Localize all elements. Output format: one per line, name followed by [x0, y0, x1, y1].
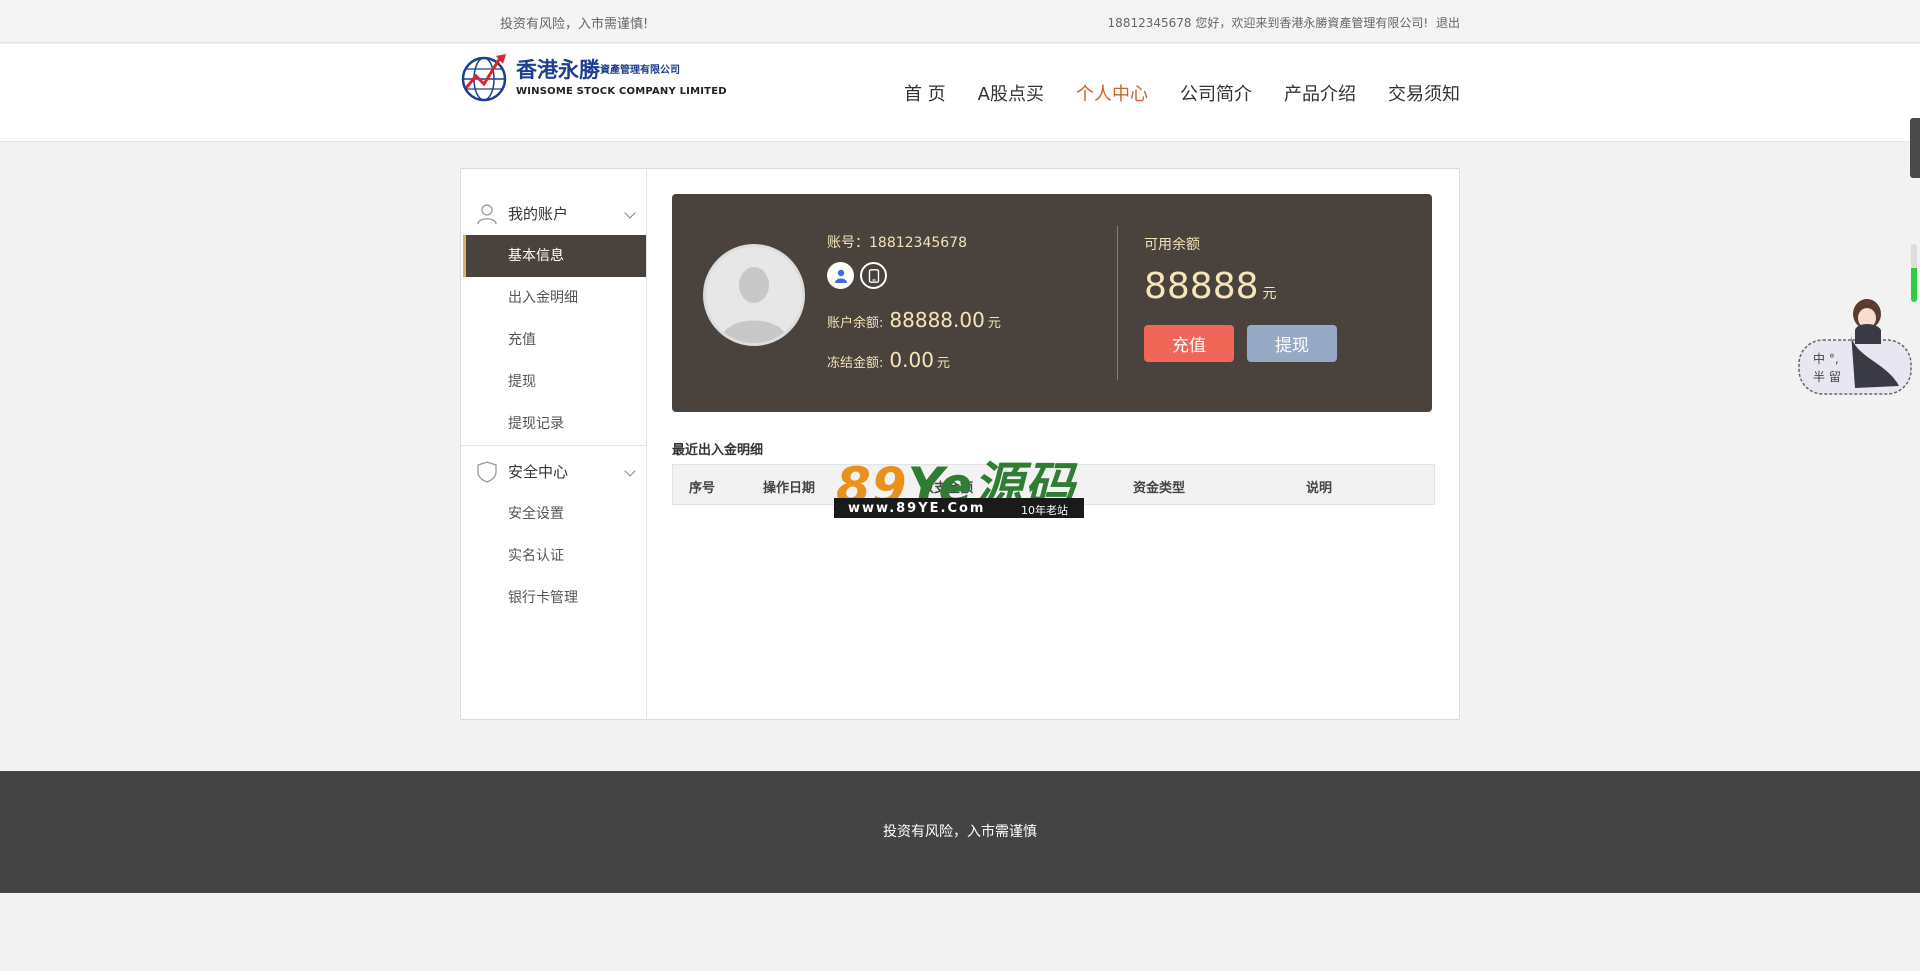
column-header-date: 操作日期 — [763, 481, 816, 496]
chevron-down-icon — [624, 207, 636, 219]
sidebar-divider — [461, 445, 646, 446]
frozen-value: 0.00 — [889, 348, 934, 372]
logo-name-en: WINSOME STOCK COMPANY LIMITED — [516, 86, 727, 97]
main-nav: 首 页 A股点买 个人中心 公司简介 产品介绍 交易须知 — [872, 80, 1460, 106]
available-balance-label: 可用余额 — [1144, 237, 1200, 253]
phone-icon[interactable] — [860, 262, 887, 289]
floating-mascot-widget[interactable]: 中 °, 半 留 — [1795, 296, 1915, 400]
verification-badges — [827, 262, 893, 289]
user-greeting: 18812345678 您好，欢迎来到香港永勝資產管理有限公司! 退出 — [1108, 14, 1460, 31]
shield-icon — [477, 461, 497, 483]
column-header-fund-type: 资金类型 — [1133, 481, 1186, 496]
watermark-bar: www.89YE.Com 10年老站 — [834, 498, 1084, 518]
sidebar-item-recharge[interactable]: 充值 — [463, 319, 646, 361]
column-header-description: 说明 — [1306, 481, 1333, 496]
verified-user-icon[interactable] — [827, 262, 854, 289]
globe-arrow-icon — [461, 54, 507, 102]
recharge-button[interactable]: 充值 — [1144, 325, 1234, 362]
user-center-card: 我的账户 基本信息 出入金明细 充值 提现 提现记录 安全中心 安全设置 实名认… — [460, 168, 1460, 720]
watermark-url: www.89YE.Com — [848, 501, 986, 516]
account-number: 账号：18812345678 — [827, 232, 967, 252]
balance-unit: 元 — [987, 316, 1001, 331]
avatar — [703, 244, 805, 346]
sidebar-section-account[interactable]: 我的账户 — [461, 193, 646, 233]
greeting-text: 18812345678 您好，欢迎来到香港永勝資產管理有限公司! — [1107, 16, 1429, 30]
frozen-unit: 元 — [936, 356, 950, 371]
panel-divider — [1117, 226, 1118, 380]
account-label: 账号： — [827, 235, 869, 251]
nav-user-center[interactable]: 个人中心 — [1076, 80, 1148, 106]
sidebar-item-bank-card[interactable]: 银行卡管理 — [463, 577, 646, 619]
recent-transactions-title: 最近出入金明细 — [672, 443, 764, 458]
floating-widget-text: 中 °, 半 留 — [1813, 352, 1841, 384]
frozen-amount: 冻结金额: 0.00 元 — [827, 348, 950, 372]
sidebar-section-security[interactable]: 安全中心 — [461, 451, 646, 491]
sidebar-section-security-title: 安全中心 — [508, 462, 569, 481]
watermark-tag: 10年老站 — [1021, 504, 1068, 517]
site-header: 香港永勝 資產管理有限公司 WINSOME STOCK COMPANY LIMI… — [0, 44, 1920, 142]
logo-name-cn: 香港永勝 — [516, 58, 600, 82]
nav-trading-notice[interactable]: 交易须知 — [1388, 80, 1460, 106]
top-bar: 投资有风险，入市需谨慎! 18812345678 您好，欢迎来到香港永勝資產管理… — [0, 0, 1920, 43]
account-summary-panel: 账号：18812345678 账户余额: 88888.00 元 冻结金额: 0.00 元… — [672, 194, 1432, 412]
default-avatar-icon — [720, 267, 788, 343]
sidebar-item-withdraw-records[interactable]: 提现记录 — [463, 403, 646, 445]
available-balance-value: 88888 — [1144, 266, 1259, 307]
available-balance-unit: 元 — [1262, 286, 1277, 302]
sidebar-section-account-title: 我的账户 — [508, 204, 569, 223]
account-balance: 账户余额: 88888.00 元 — [827, 308, 1001, 332]
nav-stock-buy[interactable]: A股点买 — [978, 80, 1044, 106]
available-balance: 88888 元 — [1144, 266, 1277, 307]
sidebar-item-fund-detail[interactable]: 出入金明细 — [463, 277, 646, 319]
sidebar: 我的账户 基本信息 出入金明细 充值 提现 提现记录 安全中心 安全设置 实名认… — [461, 169, 647, 719]
side-scroll-handle[interactable] — [1910, 118, 1920, 178]
sidebar-item-basic-info[interactable]: 基本信息 — [463, 235, 646, 277]
nav-products[interactable]: 产品介绍 — [1284, 80, 1356, 106]
risk-warning: 投资有风险，入市需谨慎! — [500, 17, 649, 32]
side-progress-indicator — [1911, 244, 1917, 302]
chevron-down-icon — [624, 465, 636, 477]
account-value: 18812345678 — [869, 235, 967, 251]
sidebar-item-security-settings[interactable]: 安全设置 — [463, 493, 646, 535]
company-logo[interactable]: 香港永勝 資產管理有限公司 WINSOME STOCK COMPANY LIMI… — [460, 50, 727, 104]
sidebar-item-real-name[interactable]: 实名认证 — [463, 535, 646, 577]
balance-label: 账户余额: — [827, 316, 884, 331]
frozen-label: 冻结金额: — [827, 356, 884, 371]
withdraw-button[interactable]: 提现 — [1247, 325, 1337, 362]
nav-company-intro[interactable]: 公司简介 — [1180, 80, 1252, 106]
logo-sub-cn: 資產管理有限公司 — [600, 65, 680, 76]
logout-link[interactable]: 退出 — [1436, 16, 1460, 30]
nav-home[interactable]: 首 页 — [904, 80, 946, 106]
footer-risk-text: 投资有风险，入市需谨慎 — [883, 824, 1037, 840]
sidebar-item-withdraw[interactable]: 提现 — [463, 361, 646, 403]
site-footer: 投资有风险，入市需谨慎 — [0, 771, 1920, 893]
column-header-index: 序号 — [689, 481, 716, 496]
balance-value: 88888.00 — [889, 308, 985, 332]
user-icon — [477, 204, 497, 225]
watermark-logo: 89Ye源码 www.89YE.Com 10年老站 — [834, 450, 1084, 518]
